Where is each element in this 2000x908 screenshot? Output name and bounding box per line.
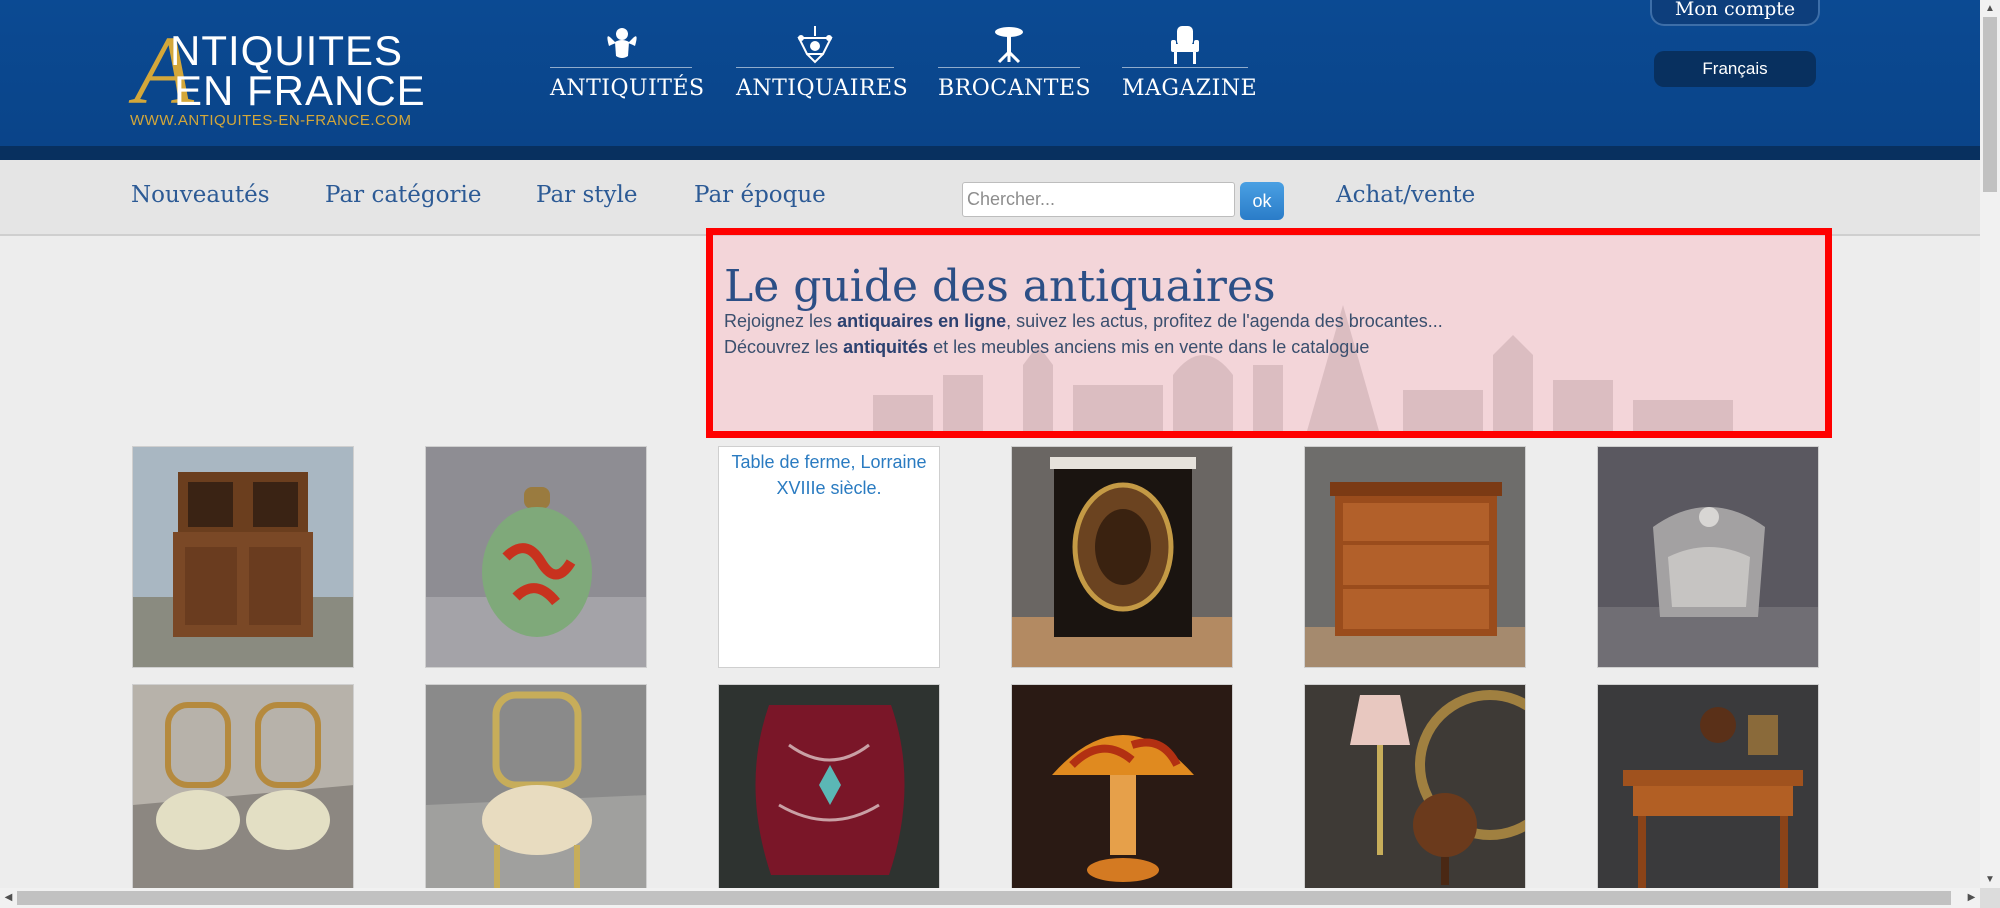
- product-image-table-lamp-globe: [1305, 685, 1525, 889]
- search-button[interactable]: ok: [1240, 182, 1284, 220]
- nav-label: ANTIQUITÉS: [550, 76, 705, 101]
- armchair-icon: [1122, 24, 1248, 68]
- vertical-scrollbar[interactable]: ▲ ▼: [1980, 0, 2000, 888]
- product-tile-broken-image[interactable]: Table de ferme, Lorraine XVIIIe siècle.: [718, 446, 940, 668]
- product-tile[interactable]: [132, 446, 354, 668]
- nav-antiquaires[interactable]: ANTIQUAIRES: [736, 22, 909, 112]
- guide-line-2: Découvrez les antiquités et les meubles …: [724, 337, 1369, 358]
- language-selector[interactable]: Français: [1654, 51, 1816, 87]
- guide-line-1: Rejoignez les antiquaires en ligne, suiv…: [724, 311, 1443, 332]
- guide-line-2-text: Découvrez les: [724, 337, 844, 357]
- antiquaires-link[interactable]: antiquaires en ligne: [837, 311, 1006, 331]
- product-image-snuff-bottle: [426, 447, 646, 667]
- subnav-par-epoque[interactable]: Par époque: [694, 182, 826, 208]
- subnav-nouveautes[interactable]: Nouveautés: [131, 182, 270, 208]
- product-image-boulle-cabinet: [1012, 447, 1232, 667]
- guide-title: Le guide des antiquaires: [724, 261, 1276, 312]
- product-tile[interactable]: [1597, 446, 1819, 668]
- product-tile[interactable]: [1304, 446, 1526, 668]
- scroll-right-icon[interactable]: ▶: [1963, 888, 1980, 908]
- main-content: Le guide des antiquaires Rejoignez les a…: [0, 228, 1980, 906]
- product-image-commode: [1305, 447, 1525, 667]
- product-tile[interactable]: [1304, 684, 1526, 906]
- site-logo[interactable]: A NTIQUITES EN FRANCE WWW.ANTIQUITES-EN-…: [130, 22, 440, 132]
- logo-text-line1: NTIQUITES: [170, 27, 404, 74]
- product-tile[interactable]: [1011, 684, 1233, 906]
- logo-url: WWW.ANTIQUITES-EN-FRANCE.COM: [130, 112, 412, 129]
- nav-label: ANTIQUAIRES: [736, 76, 909, 101]
- guide-line-1-end: , suivez les actus, profitez de l'agenda…: [1006, 311, 1443, 331]
- nav-magazine[interactable]: MAGAZINE: [1122, 22, 1258, 112]
- logo-text-line2: EN FRANCE: [174, 67, 426, 114]
- sub-nav: Nouveautés Par catégorie Par style Par é…: [0, 160, 1980, 236]
- scrollbar-corner: [1980, 888, 2000, 908]
- horizontal-scrollbar[interactable]: ◀ ▶: [0, 888, 1980, 908]
- pedestal-table-icon: [938, 24, 1080, 68]
- scroll-left-icon[interactable]: ◀: [0, 888, 17, 908]
- guide-banner: Le guide des antiquaires Rejoignez les a…: [706, 228, 1832, 438]
- subnav-achat-vente[interactable]: Achat/vente: [1336, 182, 1475, 208]
- product-image-writing-desk: [1598, 685, 1818, 889]
- nav-brocantes[interactable]: BROCANTES: [938, 22, 1092, 112]
- search-input[interactable]: [962, 182, 1235, 217]
- product-image-chairs-pair: [133, 685, 353, 889]
- product-image-gilt-chair: [426, 685, 646, 889]
- horizontal-scroll-thumb[interactable]: [17, 891, 1951, 905]
- scroll-up-icon[interactable]: ▲: [1980, 0, 2000, 17]
- subnav-par-style[interactable]: Par style: [536, 182, 637, 208]
- antiquites-link[interactable]: antiquités: [843, 337, 928, 357]
- product-tile[interactable]: [1011, 446, 1233, 668]
- product-tile[interactable]: [425, 446, 647, 668]
- product-tile[interactable]: [425, 684, 647, 906]
- nav-label: MAGAZINE: [1122, 76, 1258, 101]
- scroll-down-icon[interactable]: ▼: [1980, 871, 2000, 888]
- product-image-red-vase: [719, 685, 939, 889]
- product-tile[interactable]: [132, 684, 354, 906]
- cherub-icon: [550, 24, 692, 68]
- guide-line-2-end: et les meubles anciens mis en vente dans…: [928, 337, 1370, 357]
- product-image-mushroom-lamp: [1012, 685, 1232, 889]
- product-image-buffet: [133, 447, 353, 667]
- broken-image-alt-text: Table de ferme, Lorraine XVIIIe siècle.: [731, 452, 927, 498]
- product-image-jewelry-box: [1598, 447, 1818, 667]
- product-tile[interactable]: [718, 684, 940, 906]
- subnav-par-categorie[interactable]: Par catégorie: [325, 182, 481, 208]
- vertical-scroll-thumb[interactable]: [1983, 17, 1997, 192]
- account-button[interactable]: Mon compte: [1650, 0, 1820, 26]
- guide-line-1-text: Rejoignez les: [724, 311, 838, 331]
- product-tile[interactable]: [1597, 684, 1819, 906]
- site-header: A NTIQUITES EN FRANCE WWW.ANTIQUITES-EN-…: [0, 0, 1980, 160]
- nav-antiquites[interactable]: ANTIQUITÉS: [550, 22, 705, 112]
- nav-label: BROCANTES: [938, 76, 1092, 101]
- chandelier-icon: [736, 24, 894, 68]
